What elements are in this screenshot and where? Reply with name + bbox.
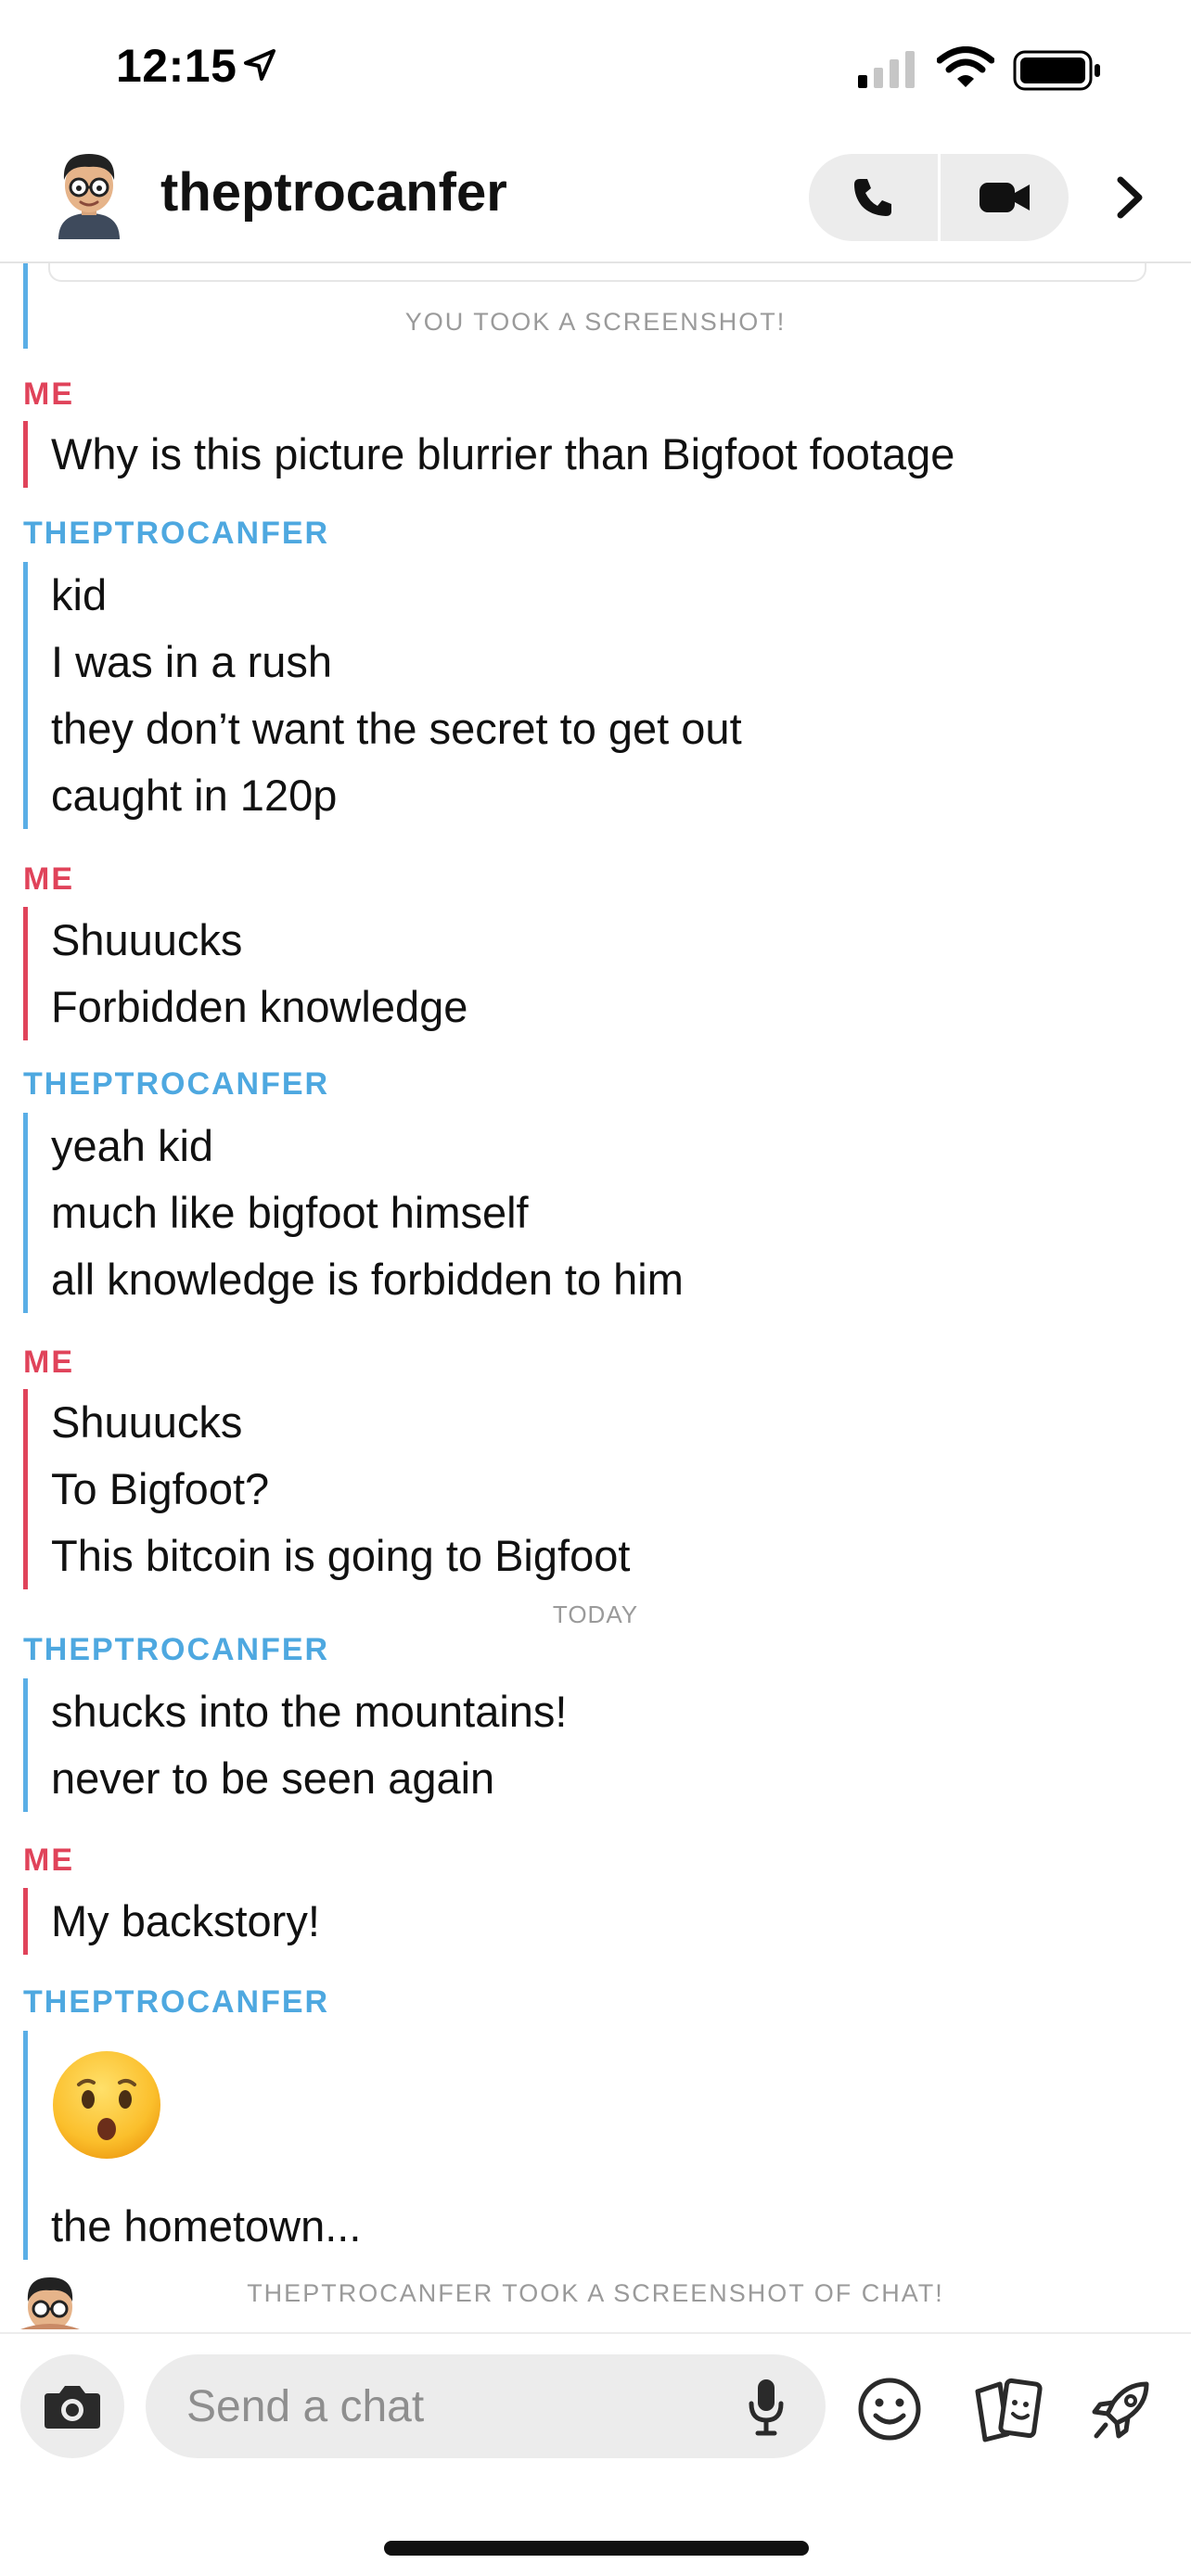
chat-details-button[interactable] (1104, 165, 1156, 230)
chat-message-input[interactable] (146, 2354, 826, 2458)
status-time: 12:15 (116, 40, 237, 92)
sender-label-me: ME (23, 861, 74, 897)
message-group-me: Shuuucks Forbidden knowledge (23, 907, 467, 1040)
home-indicator[interactable] (384, 2541, 809, 2556)
chat-message[interactable]: Forbidden knowledge (51, 974, 467, 1040)
emoji-button[interactable] (855, 2375, 924, 2443)
chat-message[interactable]: I was in a rush (51, 629, 742, 695)
screenshot-notice-bottom: THEPTROCANFER TOOK A SCREENSHOT OF CHAT! (247, 2279, 944, 2307)
chat-message[interactable]: they don’t want the secret to get out (51, 695, 742, 762)
chat-message[interactable]: all knowledge is forbidden to him (51, 1246, 684, 1313)
video-call-button[interactable] (941, 154, 1069, 241)
message-group-friend: kid I was in a rush they don’t want the … (23, 562, 742, 829)
chat-header: theptrocanfer (0, 139, 1191, 263)
message-group-me: Why is this picture blurrier than Bigfoo… (23, 421, 954, 488)
wifi-icon (937, 46, 994, 87)
message-group-me: My backstory! (23, 1888, 320, 1955)
voice-call-button[interactable] (809, 154, 937, 241)
sender-label-me: ME (23, 1843, 74, 1878)
chat-message[interactable]: never to be seen again (51, 1745, 567, 1812)
microphone-icon (749, 2379, 784, 2436)
chat-message[interactable]: shucks into the mountains! (51, 1678, 567, 1745)
chat-thread[interactable]: YOU TOOK A SCREENSHOT! ME Why is this pi… (0, 263, 1191, 2331)
games-button[interactable] (1085, 2373, 1159, 2447)
sender-label-friend: THEPTROCANFER (23, 1984, 330, 2020)
chat-message[interactable]: caught in 120p (51, 762, 742, 829)
hushed-face-emoji[interactable] (51, 2049, 162, 2161)
chat-message[interactable]: To Bigfoot? (51, 1456, 630, 1523)
chat-message[interactable]: yeah kid (51, 1113, 684, 1180)
message-group-me: Shuuucks To Bigfoot? This bitcoin is goi… (23, 1389, 630, 1589)
previous-message-card (48, 263, 1146, 282)
sender-label-friend: THEPTROCANFER (23, 1632, 330, 1667)
date-separator: TODAY (552, 1600, 639, 1628)
battery-icon (1013, 50, 1100, 91)
video-camera-icon (980, 183, 1030, 212)
sender-label-me: ME (23, 376, 74, 412)
message-group-friend: yeah kid much like bigfoot himself all k… (23, 1113, 684, 1313)
camera-button[interactable] (20, 2354, 124, 2458)
cellular-signal-icon (858, 51, 915, 88)
location-arrow-icon (244, 49, 275, 81)
chat-username[interactable]: theptrocanfer (160, 161, 507, 223)
call-button-group (809, 154, 1069, 241)
phone-icon (854, 179, 891, 216)
chat-message[interactable]: kid (51, 562, 742, 629)
camera-icon (45, 2386, 100, 2429)
sender-label-me: ME (23, 1345, 74, 1380)
chat-message[interactable]: This bitcoin is going to Bigfoot (51, 1523, 630, 1589)
voice-note-button[interactable] (740, 2375, 792, 2440)
status-bar: 12:15 (0, 0, 1191, 139)
chat-message[interactable]: Why is this picture blurrier than Bigfoo… (51, 421, 954, 488)
cards-icon (975, 2378, 1043, 2442)
screenshot-notice-top: YOU TOOK A SCREENSHOT! (404, 308, 787, 336)
stickers-button[interactable] (970, 2375, 1044, 2445)
sender-label-friend: THEPTROCANFER (23, 516, 330, 551)
bitmoji-avatar[interactable] (51, 147, 127, 239)
chat-message[interactable]: much like bigfoot himself (51, 1180, 684, 1246)
sender-label-friend: THEPTROCANFER (23, 1066, 330, 1102)
chat-message[interactable]: Shuuucks (51, 907, 467, 974)
message-group-friend: the hometown... (23, 2031, 361, 2260)
chevron-right-icon (1117, 176, 1143, 219)
chat-message[interactable]: the hometown... (51, 2193, 361, 2260)
rocket-icon (1092, 2381, 1149, 2439)
chat-message[interactable]: Shuuucks (51, 1389, 630, 1456)
chat-message[interactable]: My backstory! (51, 1888, 320, 1955)
chat-input-bar (0, 2332, 1191, 2473)
message-group-friend: shucks into the mountains! never to be s… (23, 1678, 567, 1812)
smiley-icon (858, 2378, 921, 2441)
